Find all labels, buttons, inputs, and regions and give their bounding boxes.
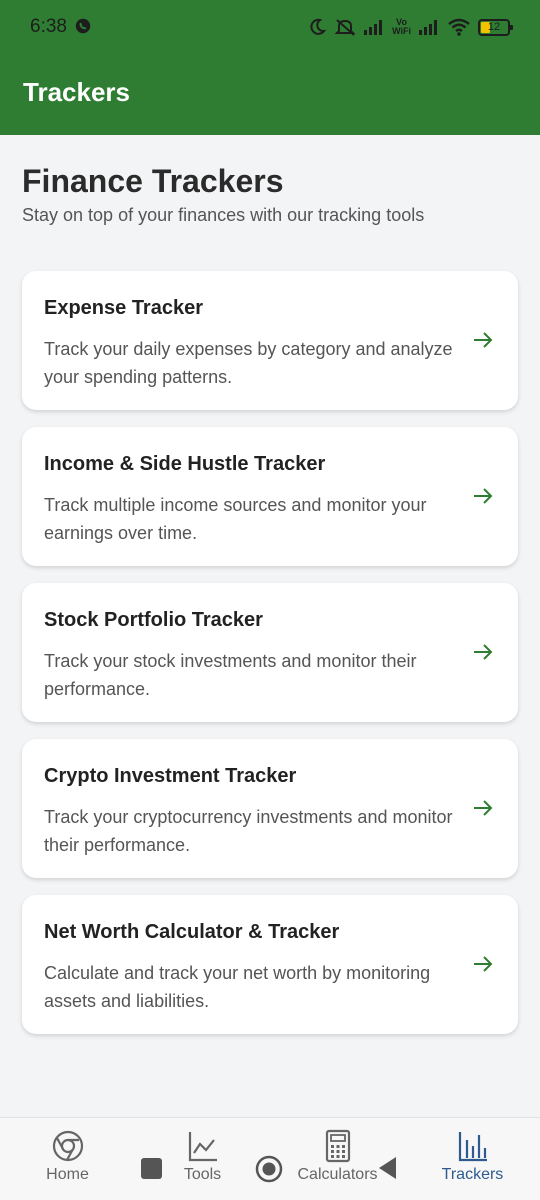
status-icons: Vo WiFi 12 [307, 15, 513, 39]
nav-trackers[interactable]: Trackers [405, 1118, 540, 1200]
nav-label: Home [46, 1166, 89, 1183]
status-time: 6:38 [30, 16, 67, 37]
card-title: Net Worth Calculator & Tracker [44, 921, 340, 943]
bottom-navigation: Home Tools Calculators Trackers [0, 1117, 540, 1200]
app-bar-title: Trackers [23, 77, 130, 107]
back-system-button[interactable] [376, 1155, 398, 1181]
nav-home[interactable]: Home [0, 1118, 135, 1200]
home-icon [52, 1130, 83, 1162]
tracker-card-crypto[interactable]: Crypto Investment Tracker Track your cry… [22, 739, 518, 878]
card-title: Expense Tracker [44, 297, 203, 319]
bar-chart-icon [458, 1132, 487, 1162]
card-title: Crypto Investment Tracker [44, 765, 297, 787]
whatsapp-icon [75, 18, 91, 34]
card-description: Track your cryptocurrency investments an… [44, 807, 453, 855]
arrow-right-icon [474, 956, 493, 972]
card-description: Track multiple income sources and monito… [44, 495, 427, 543]
signal-icon-1 [364, 20, 383, 35]
tracker-card-expense[interactable]: Expense Tracker Track your daily expense… [22, 271, 518, 410]
arrow-right-icon [474, 488, 493, 504]
tracker-card-stock[interactable]: Stock Portfolio Tracker Track your stock… [22, 583, 518, 722]
calculator-icon [325, 1129, 350, 1163]
battery-indicator: 12 [478, 18, 513, 36]
mute-icon [334, 19, 356, 36]
arrow-right-icon [474, 332, 493, 348]
card-title: Stock Portfolio Tracker [44, 609, 263, 631]
page-title: Finance Trackers [22, 163, 284, 199]
home-system-button[interactable] [255, 1155, 283, 1183]
chart-line-icon [188, 1132, 217, 1162]
nav-label: Trackers [441, 1166, 504, 1183]
tracker-card-income[interactable]: Income & Side Hustle Tracker Track multi… [22, 427, 518, 566]
signal-icon-2 [419, 20, 437, 35]
app-header: 6:38 Vo WiFi 12 Trackers [0, 0, 540, 135]
card-title: Income & Side Hustle Tracker [44, 453, 326, 475]
recent-apps-button[interactable] [141, 1158, 162, 1179]
card-description: Track your stock investments and monitor… [44, 651, 417, 699]
arrow-right-icon [474, 644, 493, 660]
status-bar: 6:38 Vo WiFi 12 [0, 0, 540, 56]
wifi-icon [448, 18, 470, 36]
card-description: Track your daily expenses by category an… [44, 339, 453, 387]
tracker-card-net-worth[interactable]: Net Worth Calculator & Tracker Calculate… [22, 895, 518, 1034]
moon-icon [310, 18, 327, 35]
arrow-right-icon [474, 800, 493, 816]
vowifi-indicator: Vo WiFi [392, 17, 411, 36]
page-subtitle: Stay on top of your finances with our tr… [22, 205, 425, 225]
card-description: Calculate and track your net worth by mo… [44, 963, 431, 1011]
